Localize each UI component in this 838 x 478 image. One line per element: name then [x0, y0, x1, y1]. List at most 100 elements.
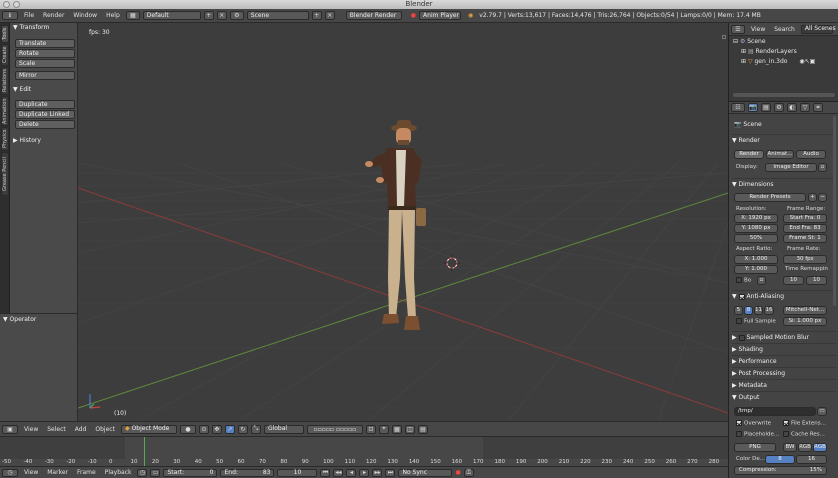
opengl-render-icon[interactable]: ▤ [417, 424, 428, 434]
orientation-select[interactable]: Global [263, 424, 304, 434]
mirror-button[interactable]: Mirror [15, 71, 75, 80]
start-frame-property[interactable]: Start Fra: 0 [783, 214, 827, 223]
lock-layers-icon[interactable]: ⊡ [365, 424, 376, 434]
tab-relations[interactable]: Relations [1, 67, 9, 95]
play-reverse-icon[interactable]: ◂ [346, 468, 357, 477]
render-panel-header[interactable]: ▼ Render [732, 134, 836, 145]
keying-set-icon[interactable]: ⚿ [463, 468, 474, 477]
preset-remove-icon[interactable]: − [818, 193, 827, 202]
render-animation-button[interactable]: Animat... [766, 150, 794, 159]
preview-lock-icon[interactable]: ▭ [150, 468, 161, 477]
shading-panel-header[interactable]: ▶ Shading [732, 343, 836, 354]
outliner-item-renderlayers[interactable]: ⊞ ▤ RenderLayers [741, 48, 797, 55]
compression-slider[interactable]: Compression: 15% [734, 466, 827, 475]
border-checkbox[interactable]: Bo [736, 277, 751, 284]
menu-select[interactable]: Select [44, 426, 69, 433]
color-mode-rgba[interactable]: RGBA [813, 443, 827, 452]
outliner-item-object[interactable]: ⊞ ▽ gen_in.3do ◉↖▣ [741, 58, 815, 65]
edit-panel-header[interactable]: ▼ Edit [10, 85, 34, 94]
scene-add-icon[interactable]: + [311, 11, 322, 20]
antialiasing-check-icon[interactable] [738, 293, 745, 300]
scene-close-icon[interactable]: × [324, 11, 335, 20]
world-context-icon[interactable]: ◐ [787, 103, 797, 112]
window-close-icon[interactable] [3, 1, 10, 8]
render-context-icon[interactable]: 📷 [748, 103, 758, 112]
character-model[interactable] [358, 118, 438, 333]
output-panel-header[interactable]: ▼ Output [732, 391, 836, 402]
frame-step-property[interactable]: Frame St: 1 [783, 234, 827, 243]
current-frame-field[interactable]: 10 [277, 468, 318, 477]
anim-player-button[interactable]: Anim Player [419, 11, 462, 20]
duplicate-linked-button[interactable]: Duplicate Linked [15, 110, 75, 119]
color-mode-bw[interactable]: BW [783, 443, 797, 452]
display-lock-icon[interactable]: ▫ [818, 163, 827, 172]
output-path-field[interactable]: /tmp/ [734, 407, 816, 416]
jump-start-icon[interactable]: ⏮ [320, 468, 331, 477]
snap-element-icon[interactable]: ▦ [391, 424, 402, 434]
end-frame-field[interactable]: End: 83 [220, 468, 275, 477]
menu-render[interactable]: Render [40, 12, 67, 19]
layer-buttons[interactable]: ▫▫▫▫▫ ▫▫▫▫▫ [306, 424, 363, 434]
menu-marker[interactable]: Marker [44, 469, 71, 476]
performance-panel-header[interactable]: ▶ Performance [732, 355, 836, 366]
tab-animation[interactable]: Animation [1, 96, 9, 126]
resolution-y-field[interactable]: Y: 1080 px [734, 224, 778, 233]
scale-button[interactable]: Scale [15, 59, 75, 68]
tab-physics[interactable]: Physics [1, 127, 9, 151]
window-minimize-icon[interactable] [13, 1, 20, 8]
render-button[interactable]: Render [734, 150, 764, 159]
manipulator-toggle-icon[interactable]: ✥ [211, 424, 222, 434]
dimensions-panel-header[interactable]: ▼ Dimensions [732, 178, 836, 189]
outliner-menu-search[interactable]: Search [771, 26, 798, 33]
menu-object[interactable]: Object [92, 426, 118, 433]
menu-frame[interactable]: Frame [74, 469, 99, 476]
properties-scrollbar[interactable] [833, 116, 836, 306]
viewport-shading-icon[interactable]: ● [179, 424, 196, 434]
play-icon[interactable]: ▸ [359, 468, 370, 477]
rotate-button[interactable]: Rotate [15, 49, 75, 58]
translate-button[interactable]: Translate [15, 39, 75, 48]
aspect-y-field[interactable]: Y: 1.000 [734, 265, 778, 274]
constraints-context-icon[interactable]: ⚭ [813, 103, 823, 112]
menu-file[interactable]: File [21, 12, 37, 19]
menu-timeline-view[interactable]: View [21, 469, 41, 476]
preview-range-icon[interactable]: ◷ [137, 468, 148, 477]
crop-icon[interactable]: ▫ [757, 276, 766, 285]
outliner-menu-view[interactable]: View [748, 26, 768, 33]
3d-viewport[interactable]: fps: 30 (10) [78, 23, 728, 421]
history-panel-header[interactable]: ▶ History [10, 136, 44, 145]
aa-samples-11[interactable]: 11 [754, 306, 763, 315]
pivot-icon[interactable]: ⊙ [198, 424, 209, 434]
render-presets-select[interactable]: Render Presets [734, 193, 806, 202]
menu-playback[interactable]: Playback [102, 469, 135, 476]
antialiasing-panel-header[interactable]: ▼ Anti-Aliasing [732, 290, 836, 301]
operator-panel-header[interactable]: ▼ Operator [0, 314, 77, 323]
cache-result-checkbox[interactable]: Cache Res... [783, 431, 825, 438]
motion-blur-check-icon[interactable] [738, 334, 745, 341]
transform-panel-header[interactable]: ▼ Transform [10, 23, 77, 32]
outliner-scrollbar[interactable] [733, 93, 835, 97]
render-audio-button[interactable]: Audio [796, 150, 826, 159]
layout-icon[interactable]: ▦ [125, 11, 140, 20]
preset-add-icon[interactable]: + [808, 193, 817, 202]
menu-window[interactable]: Window [70, 12, 100, 19]
aa-samples-5[interactable]: 5 [734, 306, 743, 315]
remap-new-field[interactable]: 10 [806, 276, 827, 285]
overwrite-checkbox[interactable]: Overwrite [736, 420, 771, 427]
layout-add-icon[interactable]: + [203, 11, 214, 20]
menu-help[interactable]: Help [103, 12, 123, 19]
color-mode-rgb[interactable]: RGB [798, 443, 812, 452]
color-depth-16[interactable]: 16 [796, 455, 827, 464]
motion-blur-panel-header[interactable]: ▶ Sampled Motion Blur [732, 331, 836, 342]
mode-select[interactable]: ◆ Object Mode [120, 424, 177, 434]
sync-select[interactable]: No Sync [398, 468, 453, 477]
aa-samples-16[interactable]: 16 [764, 306, 774, 315]
end-frame-property[interactable]: End Fra: 83 [783, 224, 827, 233]
placeholders-checkbox[interactable]: Placeholde... [736, 431, 779, 438]
render-preview-icon[interactable]: ◫ [404, 424, 415, 434]
scene-context-icon[interactable]: ⚙ [774, 103, 784, 112]
record-icon[interactable]: ● [455, 469, 460, 476]
aa-filter-size-field[interactable]: Si: 1.000 px [783, 317, 827, 326]
frame-rate-select[interactable]: 30 fps [783, 255, 827, 264]
file-extensions-checkbox[interactable]: File Extens... [783, 420, 826, 427]
